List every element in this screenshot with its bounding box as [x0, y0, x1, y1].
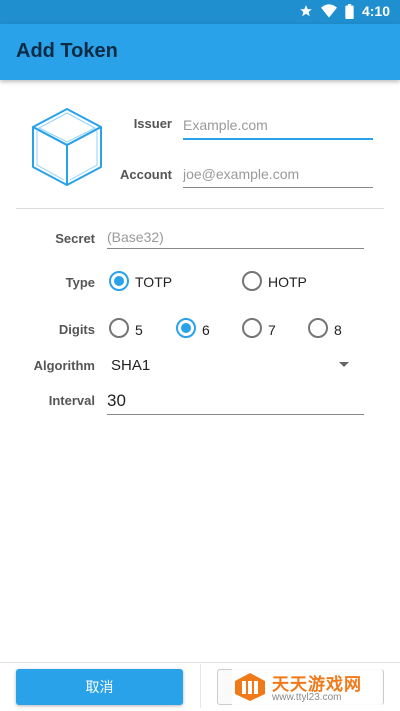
watermark-logo-icon: [235, 673, 265, 701]
digits-7-label: 7: [268, 322, 276, 338]
algorithm-label: Algorithm: [33, 358, 95, 373]
wifi-icon: [320, 4, 337, 18]
digits-5-radio[interactable]: [109, 318, 129, 338]
interval-label: Interval: [48, 393, 95, 408]
algorithm-value: SHA1: [111, 357, 151, 374]
type-label: Type: [65, 275, 95, 290]
star-icon: [300, 5, 312, 17]
cancel-button[interactable]: 取消: [16, 669, 183, 705]
status-time: 4:10: [361, 3, 390, 19]
divider: [16, 208, 384, 209]
dropdown-arrow-icon: [339, 362, 349, 367]
app-bar: Add Token: [0, 24, 400, 80]
issuer-input[interactable]: [183, 116, 373, 140]
digits-6-label: 6: [202, 322, 210, 338]
type-totp-radio[interactable]: [109, 271, 129, 291]
secret-label: Secret: [55, 231, 95, 246]
digits-8-label: 8: [334, 322, 342, 338]
watermark-url: www.ttyl23.com: [272, 692, 342, 703]
type-hotp-label: HOTP: [268, 274, 307, 290]
digits-8-radio[interactable]: [308, 318, 328, 338]
battery-icon: [345, 3, 354, 19]
status-bar: 4:10: [0, 0, 400, 24]
account-label: Account: [120, 167, 172, 182]
type-totp-label: TOTP: [135, 274, 173, 290]
digits-7-radio[interactable]: [242, 318, 262, 338]
digits-6-radio[interactable]: [176, 318, 196, 338]
token-image-cube-icon[interactable]: [30, 106, 104, 188]
button-separator: [200, 664, 201, 708]
secret-input[interactable]: [107, 229, 364, 249]
type-hotp-radio[interactable]: [242, 271, 262, 291]
interval-input[interactable]: [107, 391, 364, 415]
digits-label: Digits: [58, 322, 95, 337]
watermark: 天天游戏网 www.ttyl23.com: [232, 668, 382, 706]
page-title: Add Token: [16, 40, 118, 62]
issuer-label: Issuer: [133, 116, 172, 131]
digits-5-label: 5: [135, 322, 143, 338]
status-icons: 4:10: [299, 3, 390, 19]
account-input[interactable]: [183, 164, 373, 188]
